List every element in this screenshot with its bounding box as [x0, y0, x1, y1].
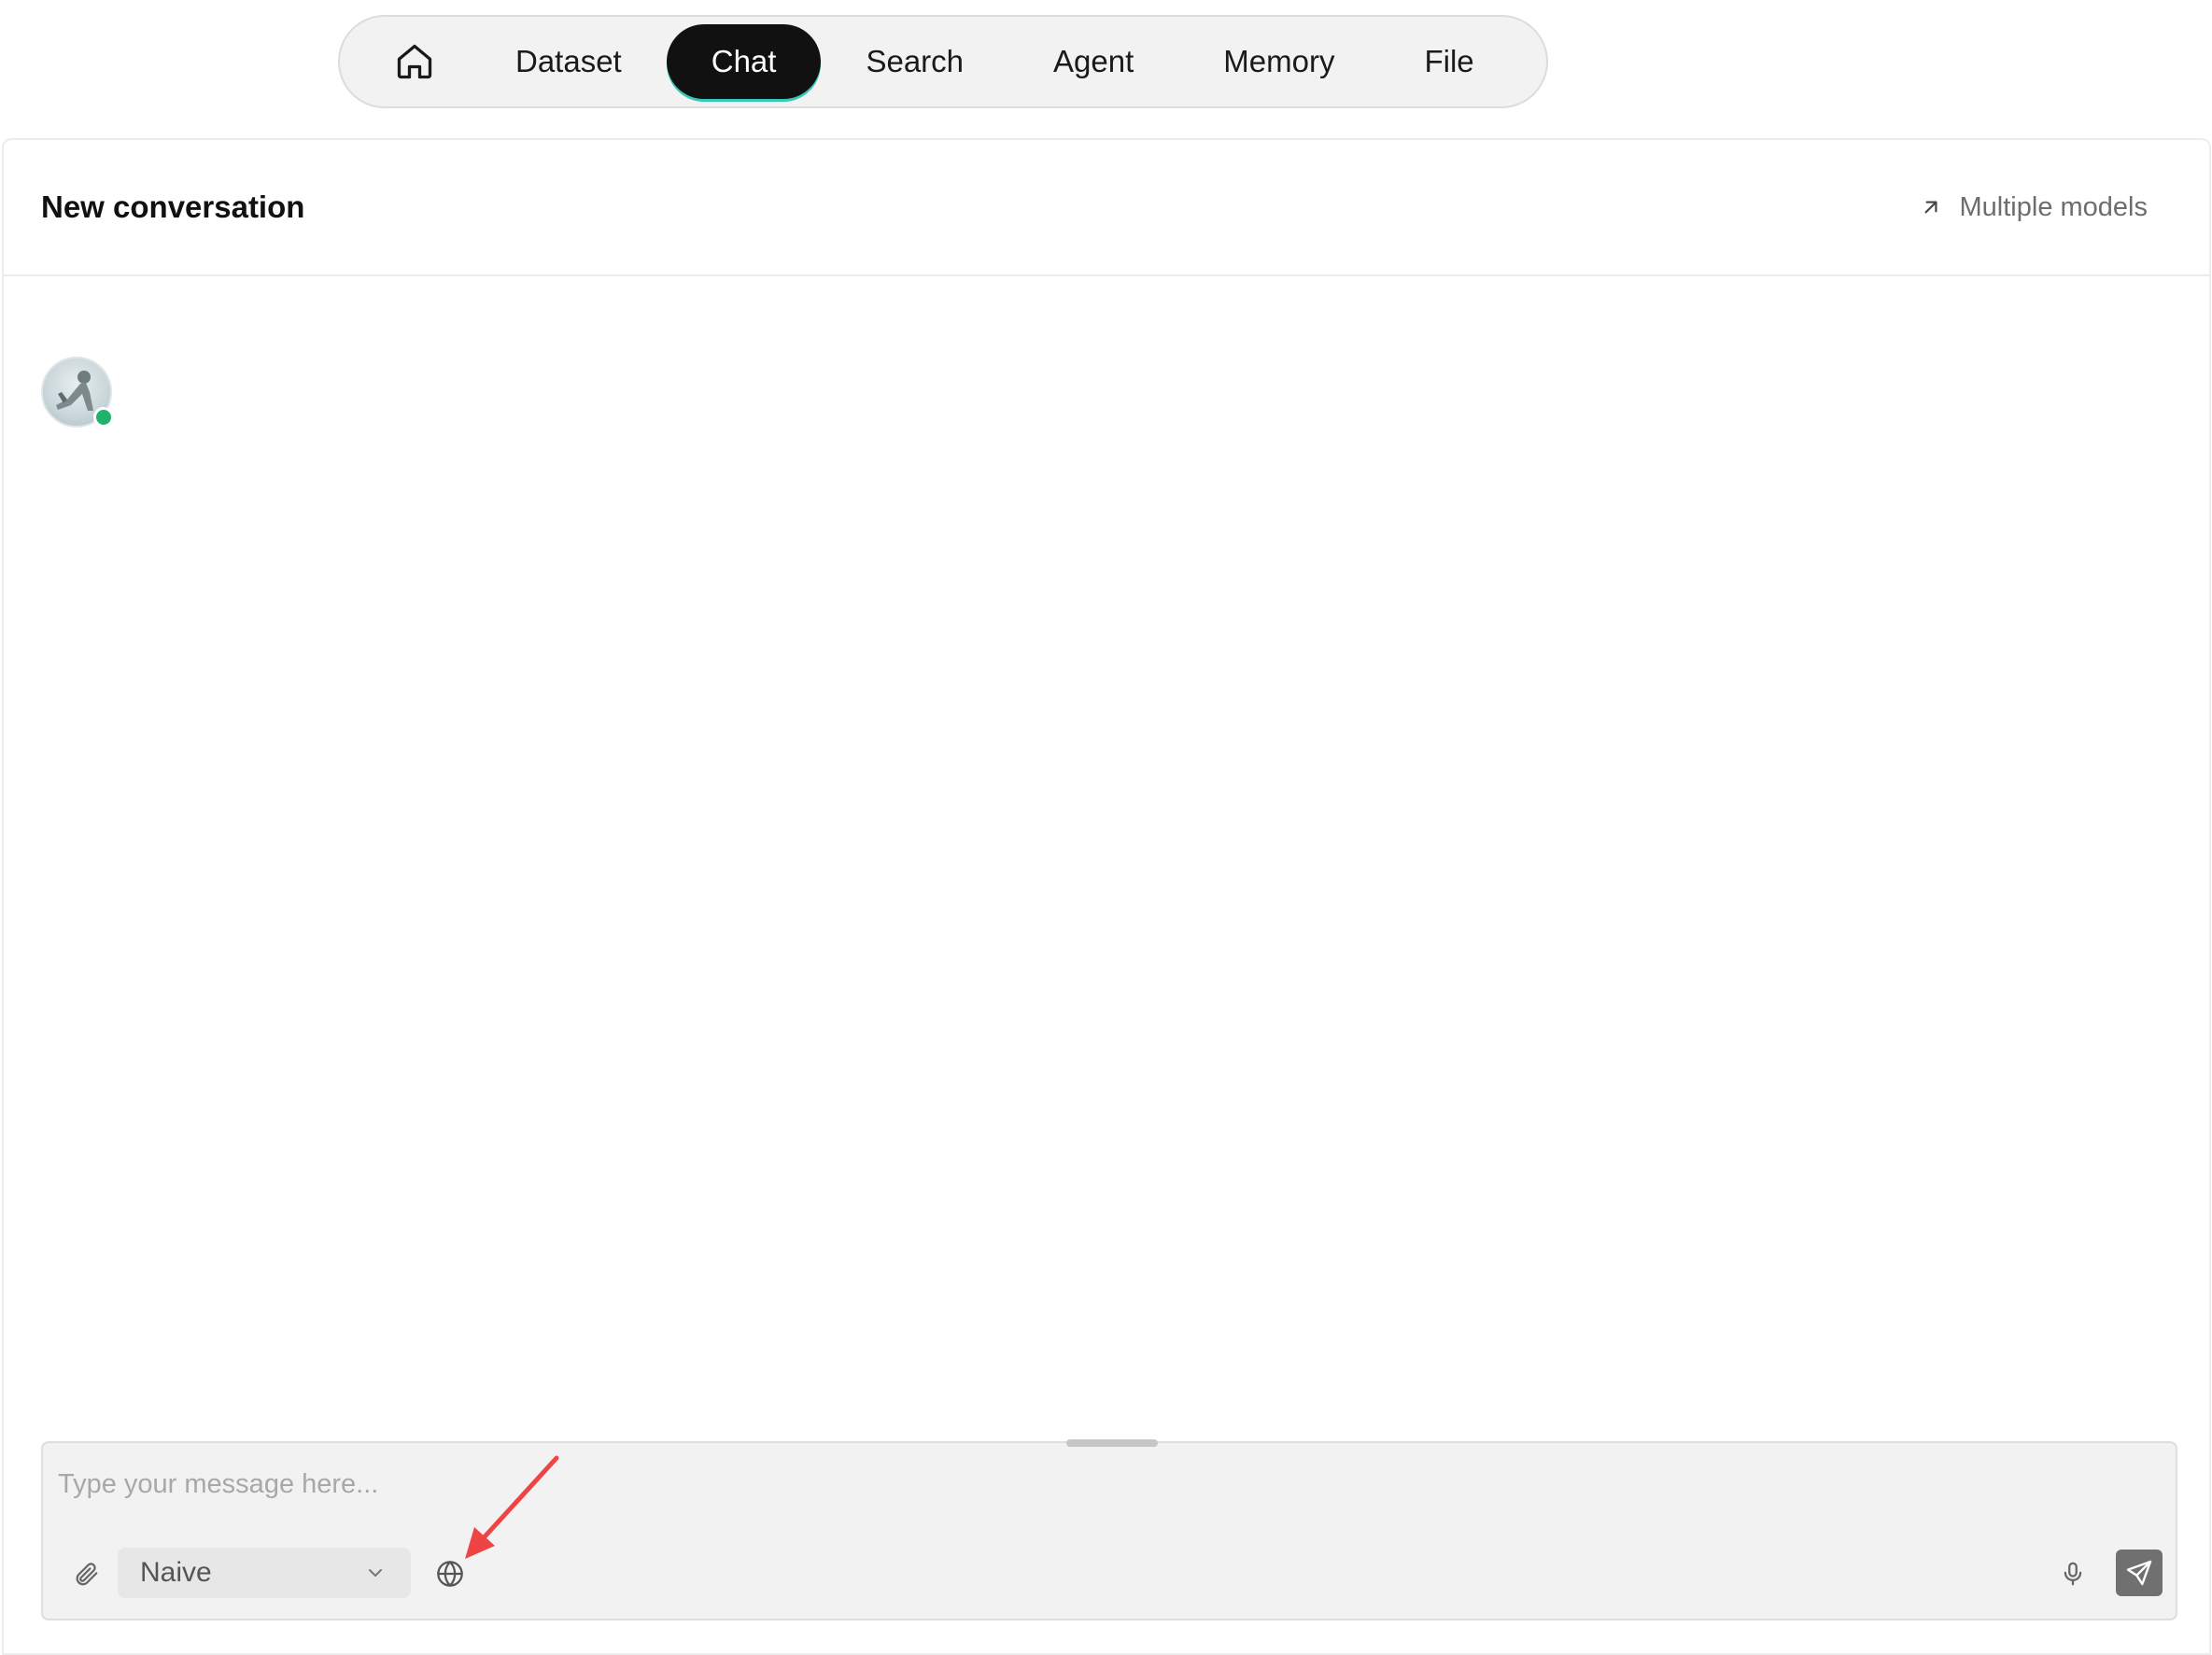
home-icon	[397, 44, 432, 79]
resize-handle[interactable]	[1066, 1439, 1158, 1447]
online-status-dot	[93, 407, 114, 428]
chevron-down-icon	[369, 1569, 382, 1577]
arrow-up-right-icon	[1924, 201, 1937, 214]
globe-icon	[437, 1561, 463, 1587]
avatar	[41, 357, 114, 428]
message-input[interactable]	[58, 1456, 2112, 1512]
tab-memory[interactable]: Memory	[1178, 24, 1379, 99]
send-button[interactable]	[2116, 1550, 2163, 1596]
send-icon	[2126, 1560, 2152, 1586]
retrieval-mode-value: Naive	[140, 1557, 212, 1588]
app-page: Dataset Chat Search Agent Memory File Ne…	[0, 0, 2212, 1655]
multiple-models-label: Multiple models	[1959, 191, 2148, 222]
tab-chat[interactable]: Chat	[666, 24, 822, 99]
composer-toolbar: Naive	[43, 1548, 2176, 1600]
microphone-icon	[2064, 1562, 2082, 1586]
retrieval-mode-select[interactable]: Naive	[118, 1548, 411, 1598]
message-composer: Naive	[41, 1439, 2177, 1620]
tab-file[interactable]: File	[1379, 24, 1518, 99]
conversation-title: New conversation	[41, 189, 305, 224]
attach-button[interactable]	[65, 1553, 106, 1594]
chat-header: New conversation Multiple models	[4, 140, 2209, 276]
multiple-models-button[interactable]: Multiple models	[1919, 192, 2148, 223]
nav-home-button[interactable]	[359, 24, 471, 99]
tab-dataset[interactable]: Dataset	[471, 24, 667, 99]
chat-panel: New conversation Multiple models Type yo…	[2, 138, 2211, 1655]
paperclip-icon	[76, 1563, 98, 1586]
tab-agent[interactable]: Agent	[1008, 24, 1178, 99]
voice-input-button[interactable]	[2052, 1553, 2093, 1594]
tab-search[interactable]: Search	[821, 24, 1008, 99]
top-nav: Dataset Chat Search Agent Memory File	[338, 15, 1548, 108]
web-search-toggle[interactable]	[430, 1553, 471, 1594]
